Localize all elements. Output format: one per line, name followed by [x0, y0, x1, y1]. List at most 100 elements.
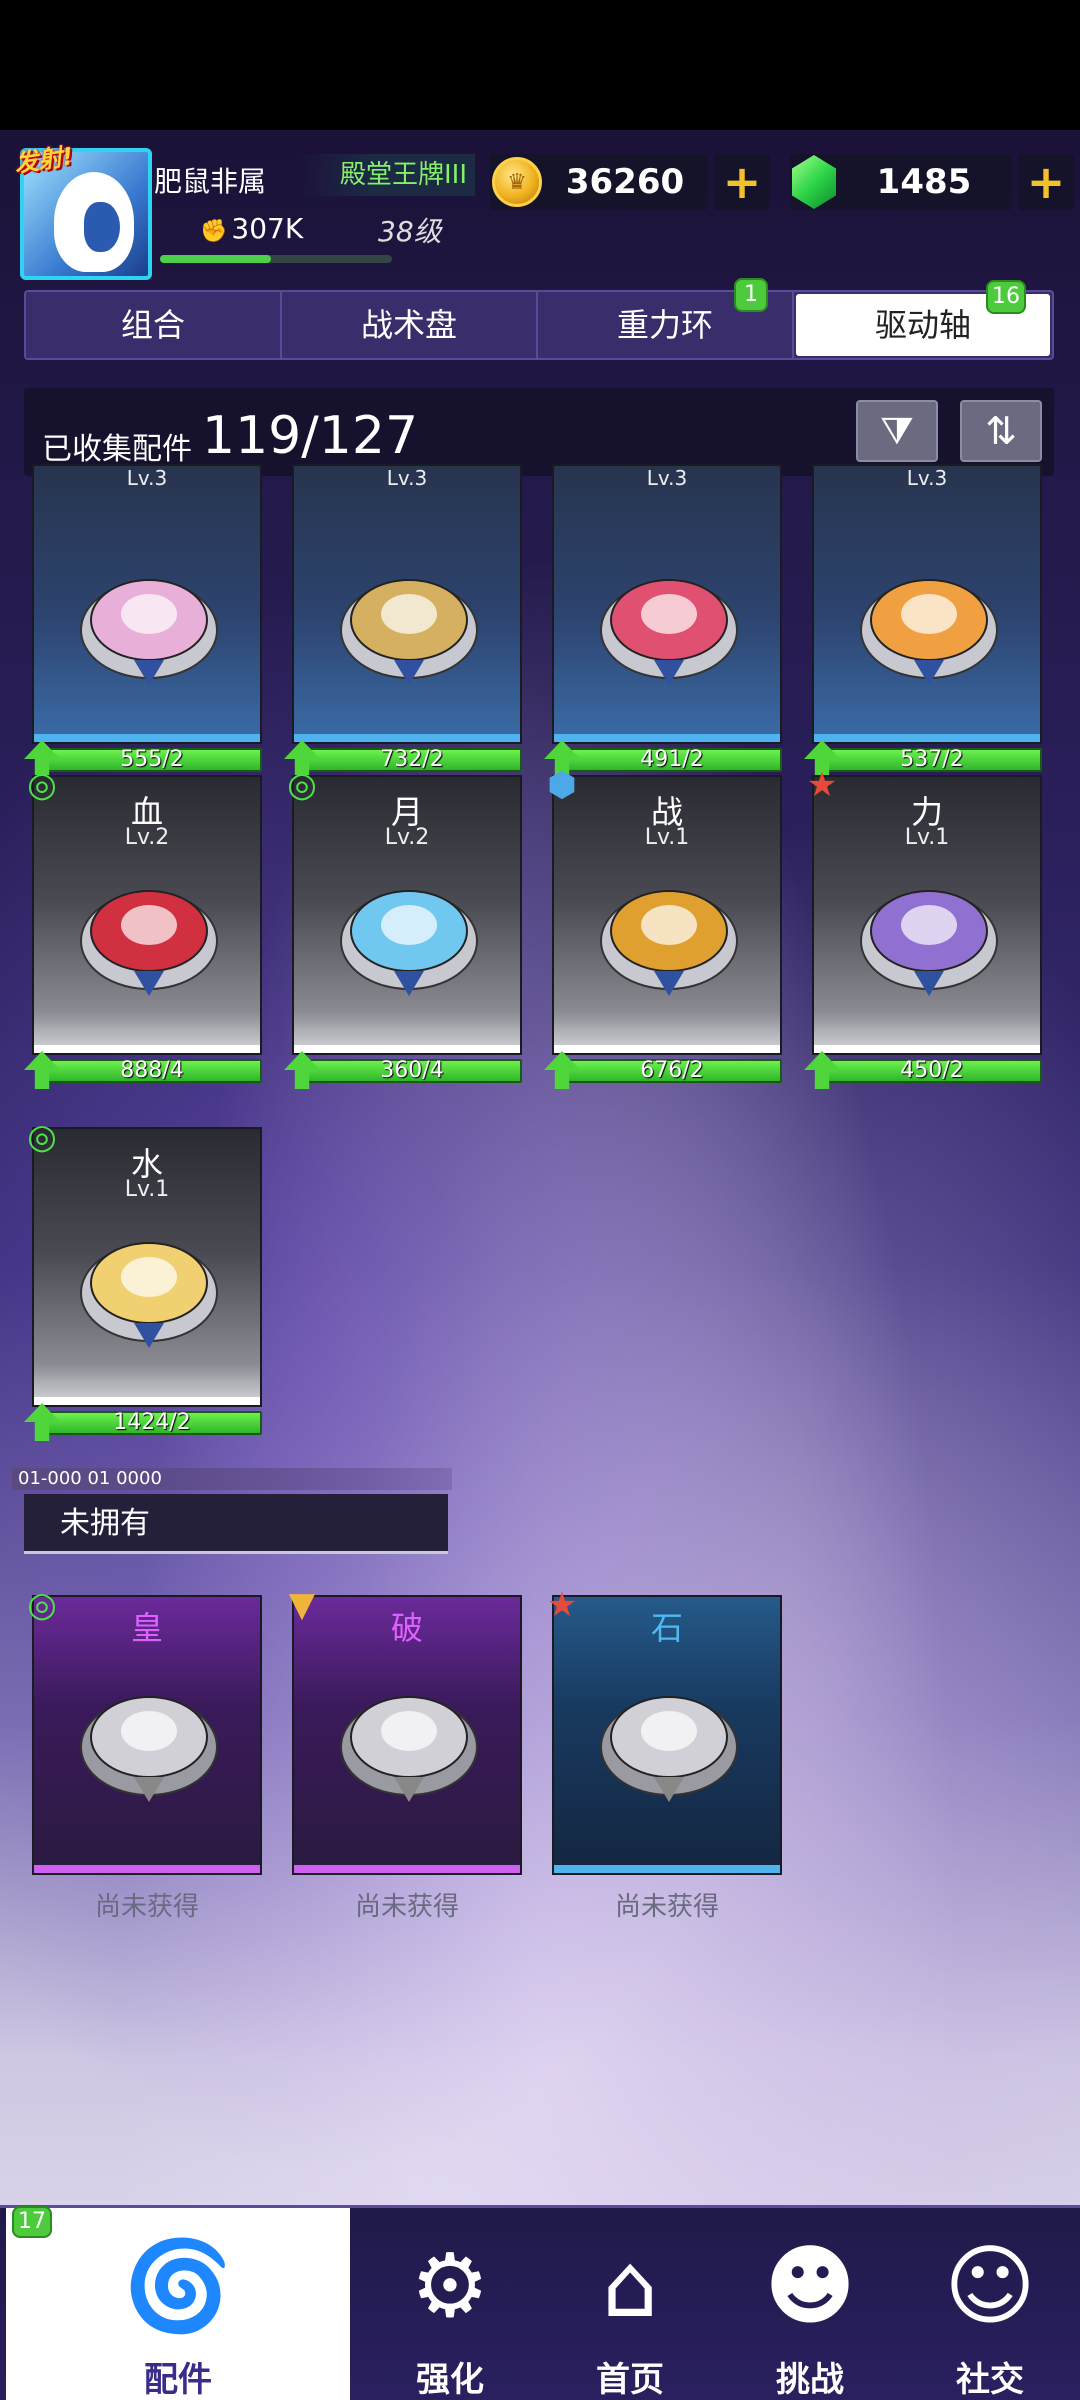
tab-gravity-ring[interactable]: 重力环 1 — [538, 278, 794, 358]
collection-label: 已收集配件 — [42, 432, 192, 467]
driver-part-image — [334, 1667, 484, 1807]
driver-part-image — [854, 550, 1004, 690]
part-card[interactable]: 水 Lv.1 1424/2 ◎ — [24, 1117, 262, 1441]
nav-social[interactable]: ☺ 社交 — [920, 2208, 1060, 2400]
sort-icon: ⇅ — [985, 409, 1017, 453]
rarity-stripe — [554, 734, 780, 742]
not-owned-header: 未拥有 — [24, 1494, 448, 1554]
notification-badge: 16 — [986, 280, 1026, 314]
xp-fill — [160, 255, 272, 263]
category-tabs: 组合 战术盘 重力环 1 驱动轴 16 — [24, 278, 1054, 360]
driver-part-image — [334, 861, 484, 1001]
section-strip: 01-000 01 0000 — [12, 1468, 452, 1490]
nav-parts[interactable]: 🌀 配件 17 — [6, 2206, 350, 2400]
filter-icon: ⧩ — [880, 408, 914, 453]
notification-badge: 1 — [734, 278, 768, 312]
add-gem-button[interactable]: + — [1018, 154, 1074, 210]
collection-count: 119/127 — [202, 406, 419, 466]
upgrade-progress: 676/2 — [562, 1059, 782, 1083]
upgrade-progress: 888/4 — [42, 1059, 262, 1083]
part-card[interactable]: Lv.3 555/2 — [24, 464, 262, 778]
sort-button[interactable]: ⇅ — [960, 400, 1042, 462]
part-card[interactable]: Lv.3 732/2 — [284, 464, 522, 778]
tab-combo[interactable]: 组合 — [26, 292, 282, 358]
upgrade-gear-icon: ⚙ — [410, 2234, 490, 2337]
green-swirl-icon: ◎ — [27, 1117, 57, 1157]
locked-part-card[interactable]: 破尚未获得 ▼ — [289, 1585, 522, 1922]
nav-label: 强化 — [416, 2360, 484, 2400]
driver-part-image — [594, 550, 744, 690]
player-name: 肥鼠非属 — [154, 165, 267, 198]
part-card[interactable]: 血 Lv.2 888/4 ◎ — [24, 765, 262, 1089]
nav-label: 配件 — [144, 2360, 212, 2400]
parts-swirl-icon: 🌀 — [123, 2234, 233, 2337]
part-level: Lv.1 — [644, 825, 690, 850]
rarity-stripe — [814, 734, 1040, 742]
tab-label: 重力环 — [616, 306, 713, 344]
gold-coin-icon: ♛ — [492, 157, 542, 207]
gem-counter: 1485 — [790, 154, 1012, 210]
not-obtained-label: 尚未获得 — [354, 1892, 459, 1922]
rank-title: 殿堂王牌III — [300, 154, 475, 196]
red-star-icon: ★ — [806, 765, 838, 805]
part-card[interactable]: 月 Lv.2 360/4 ◎ — [284, 765, 522, 1089]
nav-strengthen[interactable]: ⚙ 强化 — [380, 2208, 520, 2400]
locked-part-card[interactable]: 皇尚未获得 ◎ — [27, 1585, 262, 1922]
red-star-icon: ★ — [546, 1585, 578, 1625]
driver-part-image — [74, 861, 224, 1001]
part-level: Lv.1 — [124, 1177, 170, 1202]
rarity-stripe — [294, 1865, 520, 1873]
part-level: Lv.2 — [384, 825, 430, 850]
tab-label: 组合 — [120, 306, 185, 344]
nav-label: 首页 — [596, 2360, 664, 2400]
upgrade-progress: 450/2 — [822, 1059, 1042, 1083]
green-swirl-icon: ◎ — [27, 765, 57, 805]
locked-part-card[interactable]: 石尚未获得 ★ — [547, 1585, 782, 1922]
friends-icon: ☺ — [944, 2234, 1036, 2337]
gold-value: 36260 — [565, 162, 685, 202]
notification-badge: 17 — [12, 2206, 52, 2238]
tab-label: 驱动轴 — [874, 306, 971, 344]
rarity-stripe — [34, 1397, 260, 1405]
nav-home[interactable]: ⌂ 首页 — [560, 2208, 700, 2400]
green-swirl-icon: ◎ — [287, 765, 317, 805]
xp-bar — [160, 255, 392, 263]
gold-counter: ♛ 36260 — [490, 154, 708, 210]
not-obtained-label: 尚未获得 — [94, 1892, 199, 1922]
part-card[interactable]: 战 Lv.1 676/2 ⬢ — [544, 765, 782, 1089]
green-gem-icon — [792, 155, 836, 209]
gold-triangle-icon: ▼ — [288, 1585, 316, 1625]
part-level: Lv.3 — [906, 466, 948, 490]
part-card[interactable]: Lv.3 491/2 — [544, 464, 782, 778]
part-card[interactable]: Lv.3 537/2 — [804, 464, 1042, 778]
driver-part-image — [594, 1667, 744, 1807]
player-level: 38级 — [378, 215, 442, 248]
rarity-stripe — [34, 734, 260, 742]
collection-bar: 已收集配件 119/127 ⧩ ⇅ — [24, 388, 1054, 476]
part-level: Lv.3 — [126, 466, 168, 490]
upgrade-progress: 360/4 — [302, 1059, 522, 1083]
filter-button[interactable]: ⧩ — [856, 400, 938, 462]
power-value: ✊ 307K — [200, 212, 303, 245]
upgrade-progress: 491/2 — [562, 748, 782, 772]
nav-challenge[interactable]: ☻ 挑战 — [740, 2208, 880, 2400]
driver-part-image — [74, 550, 224, 690]
add-gold-button[interactable]: + — [714, 154, 770, 210]
upgrade-progress: 537/2 — [822, 748, 1042, 772]
driver-part-image — [334, 550, 484, 690]
tab-driver-shaft[interactable]: 驱动轴 16 — [796, 280, 1050, 356]
part-level: Lv.3 — [386, 466, 428, 490]
upgrade-progress: 1424/2 — [42, 1411, 262, 1435]
bottom-nav: 🌀 配件 17 ⚙ 强化 ⌂ 首页 ☻ 挑战 ☺ 社交 — [0, 2205, 1080, 2400]
part-level: Lv.1 — [904, 825, 950, 850]
upgrade-progress: 555/2 — [42, 748, 262, 772]
avatar-creature-icon — [54, 172, 134, 272]
driver-part-image — [594, 861, 744, 1001]
tab-tactical-disc[interactable]: 战术盘 — [282, 292, 538, 358]
player-header: 发射! 肥鼠非属 殿堂王牌III ✊ 307K 38级 ♛ 36260 + 148… — [0, 140, 1080, 285]
part-card[interactable]: 力 Lv.1 450/2 ★ — [804, 765, 1042, 1089]
green-swirl-icon: ◎ — [27, 1585, 57, 1625]
rarity-stripe — [554, 1045, 780, 1053]
blue-hexagon-icon: ⬢ — [547, 765, 577, 805]
gem-value: 1485 — [876, 162, 972, 202]
